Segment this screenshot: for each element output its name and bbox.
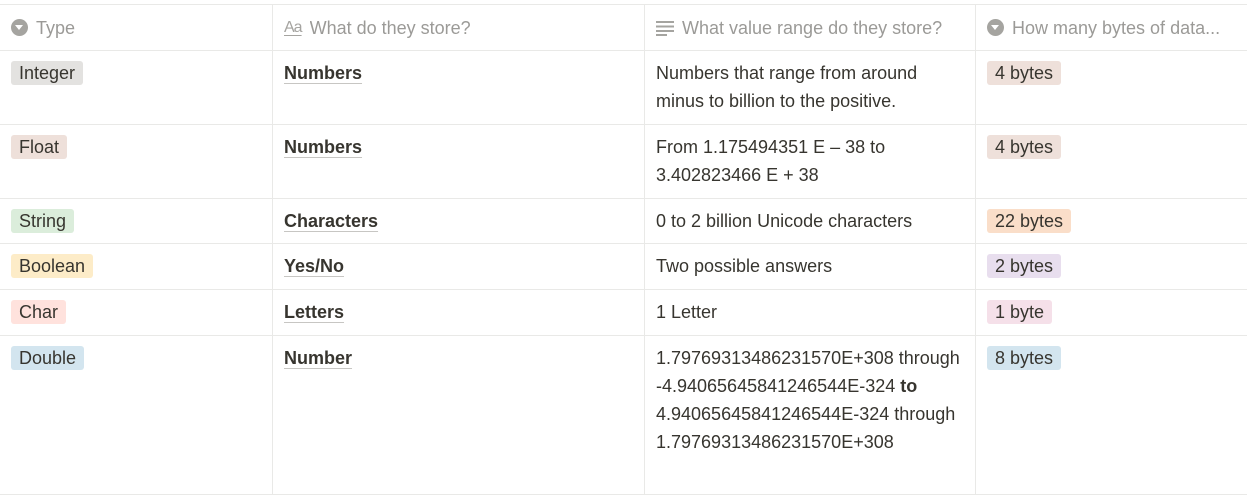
stores-cell[interactable]: Numbers: [273, 125, 645, 198]
type-cell[interactable]: Char: [0, 290, 273, 335]
stores-cell[interactable]: Yes/No: [273, 244, 645, 289]
type-tag: Double: [11, 346, 85, 370]
table-header-row: Type Aa What do they store? What value r…: [0, 4, 1247, 51]
range-value: 1 Letter: [656, 302, 718, 322]
column-header-label: What do they store?: [309, 17, 471, 38]
column-header-label: What value range do they store?: [682, 17, 943, 38]
bytes-cell[interactable]: 22 bytes: [976, 199, 1247, 243]
type-tag: Boolean: [11, 254, 94, 278]
bytes-tag: 22 bytes: [987, 209, 1072, 233]
column-header-type[interactable]: Type: [0, 5, 273, 50]
title-aa-icon: Aa: [284, 18, 303, 36]
bytes-cell[interactable]: 1 byte: [976, 290, 1247, 335]
stores-cell[interactable]: Numbers: [273, 51, 645, 124]
stores-value: Letters: [284, 302, 345, 322]
range-cell[interactable]: Numbers that range from around minus to …: [645, 51, 976, 124]
column-header-label: Type: [36, 17, 76, 38]
range-cell[interactable]: From 1.175494351 E – 38 to 3.402823466 E…: [645, 125, 976, 198]
column-header-label: How many bytes of data...: [1012, 17, 1221, 38]
range-value-end: 4.94065645841246544E-324 through 1.79769…: [656, 404, 956, 452]
table-row[interactable]: Float Numbers From 1.175494351 E – 38 to…: [0, 125, 1247, 199]
table-row[interactable]: Char Letters 1 Letter 1 byte: [0, 290, 1247, 336]
select-icon: [987, 19, 1004, 36]
select-icon: [11, 19, 28, 36]
type-cell[interactable]: String: [0, 199, 273, 243]
type-cell[interactable]: Boolean: [0, 244, 273, 289]
range-cell[interactable]: 1 Letter: [645, 290, 976, 335]
type-cell[interactable]: Double: [0, 336, 273, 494]
type-tag: Integer: [11, 61, 84, 85]
stores-value: Characters: [284, 211, 379, 231]
bytes-tag: 8 bytes: [987, 346, 1062, 370]
text-lines-icon: [656, 20, 674, 36]
stores-cell[interactable]: Characters: [273, 199, 645, 243]
bytes-tag: 1 byte: [987, 300, 1053, 324]
bytes-cell[interactable]: 4 bytes: [976, 125, 1247, 198]
stores-cell[interactable]: Number: [273, 336, 645, 494]
stores-value: Number: [284, 348, 353, 368]
range-cell[interactable]: 0 to 2 billion Unicode characters: [645, 199, 976, 243]
bytes-tag: 4 bytes: [987, 61, 1062, 85]
stores-value: Numbers: [284, 137, 363, 157]
type-tag: String: [11, 209, 75, 233]
bytes-cell[interactable]: 8 bytes: [976, 336, 1247, 494]
range-value: Two possible answers: [656, 256, 833, 276]
stores-value: Numbers: [284, 63, 363, 83]
type-tag: Float: [11, 135, 68, 159]
range-value-bold: to: [900, 376, 918, 396]
table-row[interactable]: Boolean Yes/No Two possible answers 2 by…: [0, 244, 1247, 290]
bytes-cell[interactable]: 4 bytes: [976, 51, 1247, 124]
stores-value: Yes/No: [284, 256, 345, 276]
range-value: From 1.175494351 E – 38 to 3.402823466 E…: [656, 137, 886, 185]
type-tag: Char: [11, 300, 67, 324]
column-header-value-range[interactable]: What value range do they store?: [645, 5, 976, 50]
range-cell[interactable]: Two possible answers: [645, 244, 976, 289]
range-value: Numbers that range from around minus to …: [656, 63, 918, 111]
type-cell[interactable]: Float: [0, 125, 273, 198]
table-row[interactable]: String Characters 0 to 2 billion Unicode…: [0, 199, 1247, 244]
stores-cell[interactable]: Letters: [273, 290, 645, 335]
range-cell[interactable]: 1.79769313486231570E+308 through -4.9406…: [645, 336, 976, 494]
bytes-tag: 4 bytes: [987, 135, 1062, 159]
column-header-bytes[interactable]: How many bytes of data...: [976, 5, 1247, 50]
range-value: 0 to 2 billion Unicode characters: [656, 211, 913, 231]
bytes-cell[interactable]: 2 bytes: [976, 244, 1247, 289]
type-cell[interactable]: Integer: [0, 51, 273, 124]
bytes-tag: 2 bytes: [987, 254, 1062, 278]
database-table: Type Aa What do they store? What value r…: [0, 4, 1247, 495]
table-row[interactable]: Integer Numbers Numbers that range from …: [0, 51, 1247, 125]
column-header-what-they-store[interactable]: Aa What do they store?: [273, 5, 645, 50]
table-row[interactable]: Double Number 1.79769313486231570E+308 t…: [0, 336, 1247, 495]
